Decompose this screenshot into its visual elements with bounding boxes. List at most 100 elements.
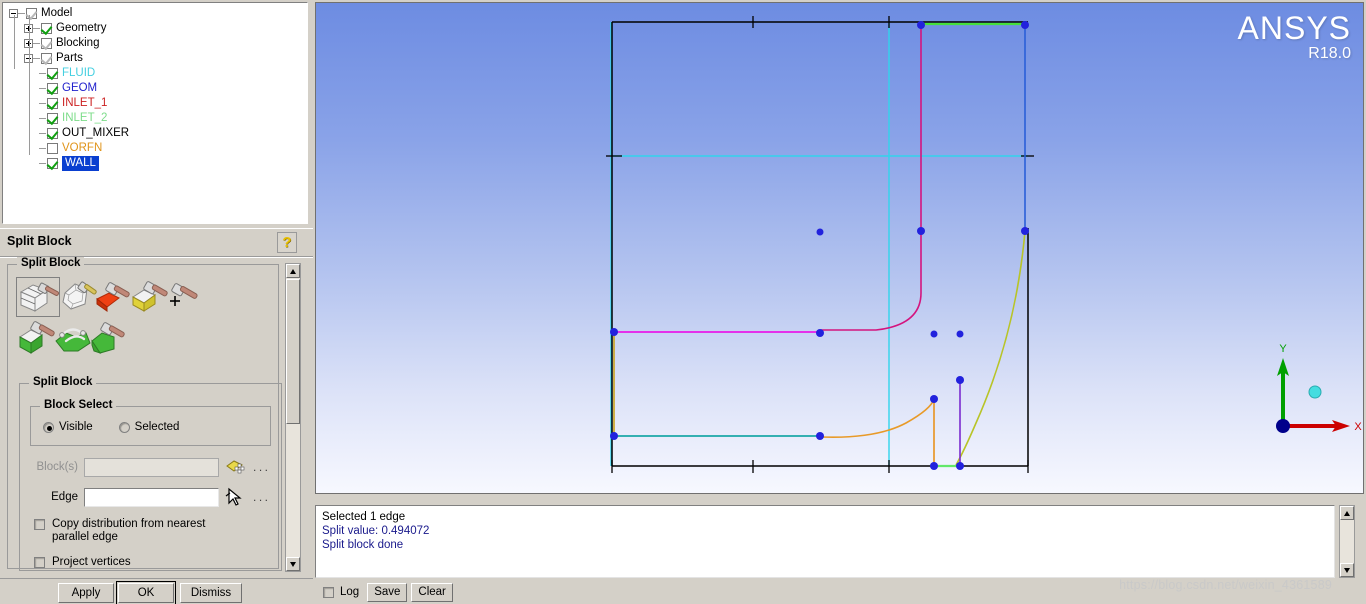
tree-connector: [33, 43, 40, 44]
tree-checkbox[interactable]: [26, 8, 37, 19]
log-line: Split block done: [322, 539, 404, 551]
tree-item-label: Parts: [56, 52, 83, 64]
project-vertices-label: Project vertices: [52, 556, 131, 568]
tree-checkbox[interactable]: [47, 83, 58, 94]
split-block-inner-group: Split Block Block Select Visible Selecte…: [19, 376, 282, 571]
olive-spline: [955, 230, 1026, 466]
blocks-input[interactable]: [84, 457, 219, 477]
select-edge-cursor-icon[interactable]: [225, 487, 247, 507]
tree-item-parts[interactable]: Parts: [3, 51, 307, 66]
tree-item-inlet_1[interactable]: INLET_1: [3, 96, 307, 111]
z-axis-dot: [1308, 385, 1322, 399]
radio-selected-dot: [118, 421, 130, 433]
graphics-viewport[interactable]: ANSYS R18.0: [315, 2, 1364, 494]
message-log-area: Selected 1 edge Split value: 0.494072 Sp…: [315, 505, 1364, 578]
tree-item-wall[interactable]: WALL: [3, 156, 307, 171]
scroll-down-button[interactable]: [286, 557, 300, 571]
block-outline: [611, 21, 1029, 467]
fillet-curve: [821, 25, 922, 331]
edge-field-row: Edge ...: [26, 487, 271, 507]
log-clear-button[interactable]: Clear: [411, 582, 453, 602]
y-axis-arrow: [1277, 358, 1289, 426]
radio-visible-label: Visible: [59, 421, 93, 433]
log-save-button[interactable]: Save: [367, 582, 408, 602]
left-control-column: Model Geometry Blocking Parts FLUID GEOM INLET…: [0, 0, 313, 604]
x-axis-label: X: [1354, 421, 1362, 433]
tree-connector: [33, 28, 40, 29]
edge-more-options[interactable]: ...: [253, 490, 271, 504]
log-scrollbar[interactable]: [1339, 505, 1355, 578]
split-block-outer-label: Split Block: [17, 257, 85, 269]
y-axis-label: Y: [1279, 343, 1287, 355]
split-2d-block-icon[interactable]: [88, 319, 132, 359]
tree-item-inlet_2[interactable]: INLET_2: [3, 111, 307, 126]
tree-item-geom[interactable]: GEOM: [3, 81, 307, 96]
split-block-inner-label: Split Block: [29, 376, 97, 388]
project-vertices-checkbox-row[interactable]: Project vertices: [34, 556, 266, 569]
message-log-box[interactable]: Selected 1 edge Split value: 0.494072 Sp…: [315, 505, 1335, 578]
tree-connector: [39, 88, 46, 89]
tree-connector: [39, 133, 46, 134]
tree-item-label: Model: [41, 7, 73, 19]
tree-item-out_mixer[interactable]: OUT_MIXER: [3, 126, 307, 141]
radio-visible[interactable]: Visible: [43, 421, 93, 433]
edge-input[interactable]: [84, 487, 219, 507]
origin-sphere: [1276, 419, 1290, 433]
tree-checkbox[interactable]: [47, 113, 58, 124]
tree-item-fluid[interactable]: FLUID: [3, 66, 307, 81]
tree-item-model[interactable]: Model: [3, 6, 307, 21]
log-scroll-down-button[interactable]: [1340, 563, 1354, 577]
tree-item-label: INLET_1: [62, 97, 108, 109]
copy-distribution-checkbox[interactable]: [34, 519, 45, 530]
tree-connector: [39, 73, 46, 74]
model-tree: Model Geometry Blocking Parts FLUID GEOM INLET…: [3, 3, 307, 171]
select-blocks-icon[interactable]: [225, 457, 247, 477]
tree-checkbox[interactable]: [41, 38, 52, 49]
tree-checkbox[interactable]: [47, 98, 58, 109]
model-tree-panel[interactable]: Model Geometry Blocking Parts FLUID GEOM INLET…: [2, 2, 308, 224]
radio-selected[interactable]: Selected: [118, 421, 180, 433]
edge-field-label: Edge: [51, 491, 78, 503]
tree-connector: [33, 58, 40, 59]
apply-button[interactable]: Apply: [58, 583, 114, 603]
split-block-icon[interactable]: [16, 277, 60, 317]
tree-checkbox[interactable]: [47, 158, 58, 169]
orange-spline: [820, 398, 935, 439]
radio-selected-label: Selected: [134, 421, 180, 433]
ok-button[interactable]: OK: [116, 581, 176, 604]
vertices: [610, 21, 1029, 470]
block-select-label: Block Select: [40, 399, 117, 411]
blocks-more-options[interactable]: ...: [253, 460, 271, 474]
scroll-up-button[interactable]: [286, 264, 300, 278]
scrollbar-thumb[interactable]: [286, 279, 300, 424]
tree-item-geometry[interactable]: Geometry: [3, 21, 307, 36]
tree-item-label: Blocking: [56, 37, 100, 49]
dismiss-button[interactable]: Dismiss: [180, 583, 242, 603]
tree-item-vorfn[interactable]: VORFN: [3, 141, 307, 156]
tree-stem: [29, 15, 30, 155]
question-mark-icon[interactable]: ?: [277, 232, 297, 253]
tree-checkbox[interactable]: [47, 68, 58, 79]
copy-distribution-checkbox-row[interactable]: Copy distribution from nearest parallel …: [34, 518, 266, 544]
log-checkbox-label: Log: [340, 586, 360, 598]
extend-split-icon[interactable]: [165, 277, 209, 317]
log-checkbox[interactable]: [323, 586, 334, 598]
tree-checkbox[interactable]: [47, 143, 58, 154]
tree-checkbox[interactable]: [41, 23, 52, 34]
tree-item-label: WALL: [62, 156, 99, 171]
project-vertices-checkbox[interactable]: [34, 557, 45, 568]
log-toolbar: Log Save Clear: [315, 580, 1364, 604]
tree-item-blocking[interactable]: Blocking: [3, 36, 307, 51]
tree-checkbox[interactable]: [41, 53, 52, 64]
tree-checkbox[interactable]: [47, 128, 58, 139]
log-scroll-up-button[interactable]: [1340, 506, 1354, 520]
panel-header: Split Block ?: [0, 228, 313, 256]
settings-scrollbar[interactable]: [285, 263, 301, 572]
tree-connector: [39, 148, 46, 149]
block-select-group: Block Select Visible Selected: [30, 399, 271, 446]
